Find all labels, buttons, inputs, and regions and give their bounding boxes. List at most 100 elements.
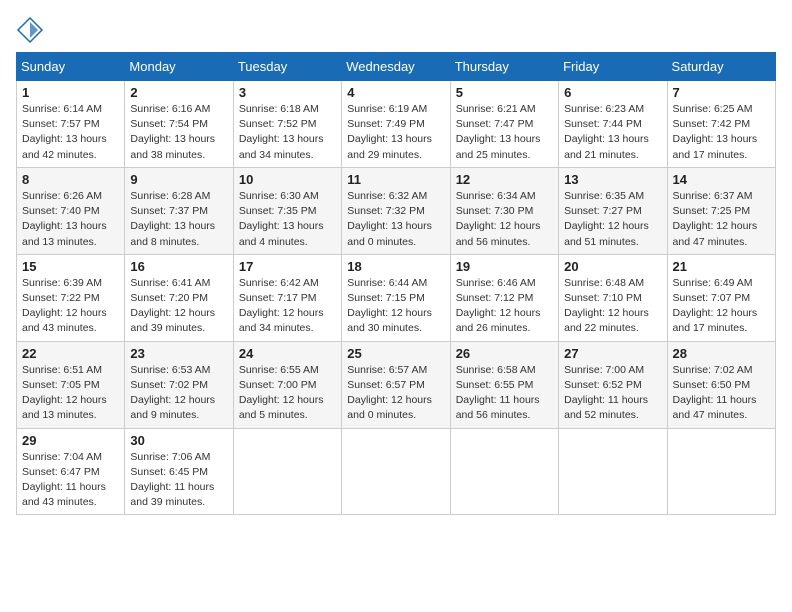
day-detail: Sunrise: 6:26 AM Sunset: 7:40 PM Dayligh… [22,189,119,250]
day-number: 18 [347,259,444,274]
day-number: 15 [22,259,119,274]
day-number: 12 [456,172,553,187]
day-number: 17 [239,259,336,274]
day-detail: Sunrise: 6:28 AM Sunset: 7:37 PM Dayligh… [130,189,227,250]
day-detail: Sunrise: 6:23 AM Sunset: 7:44 PM Dayligh… [564,102,661,163]
day-detail: Sunrise: 6:30 AM Sunset: 7:35 PM Dayligh… [239,189,336,250]
day-detail: Sunrise: 7:04 AM Sunset: 6:47 PM Dayligh… [22,450,119,511]
col-header-wednesday: Wednesday [342,53,450,81]
logo-icon [16,16,44,44]
day-detail: Sunrise: 6:46 AM Sunset: 7:12 PM Dayligh… [456,276,553,337]
calendar-cell: 29 Sunrise: 7:04 AM Sunset: 6:47 PM Dayli… [17,428,125,515]
calendar-cell: 6 Sunrise: 6:23 AM Sunset: 7:44 PM Daylig… [559,81,667,168]
calendar-cell: 15 Sunrise: 6:39 AM Sunset: 7:22 PM Dayli… [17,254,125,341]
calendar-cell: 18 Sunrise: 6:44 AM Sunset: 7:15 PM Dayli… [342,254,450,341]
calendar-cell: 25 Sunrise: 6:57 AM Sunset: 6:57 PM Dayli… [342,341,450,428]
calendar-cell: 27 Sunrise: 7:00 AM Sunset: 6:52 PM Dayli… [559,341,667,428]
calendar-cell [342,428,450,515]
calendar-cell: 3 Sunrise: 6:18 AM Sunset: 7:52 PM Daylig… [233,81,341,168]
calendar-week-row: 22Sunrise: 6:51 AM Sunset: 7:05 PM Dayli… [17,341,776,428]
day-detail: Sunrise: 6:48 AM Sunset: 7:10 PM Dayligh… [564,276,661,337]
logo [16,16,48,44]
calendar-cell: 4 Sunrise: 6:19 AM Sunset: 7:49 PM Daylig… [342,81,450,168]
day-detail: Sunrise: 6:19 AM Sunset: 7:49 PM Dayligh… [347,102,444,163]
calendar-cell: 17 Sunrise: 6:42 AM Sunset: 7:17 PM Dayli… [233,254,341,341]
day-number: 11 [347,172,444,187]
calendar-cell: 24 Sunrise: 6:55 AM Sunset: 7:00 PM Dayli… [233,341,341,428]
calendar-week-row: 15 Sunrise: 6:39 AM Sunset: 7:22 PM Dayli… [17,254,776,341]
day-number: 21 [673,259,770,274]
day-detail: Sunrise: 6:58 AM Sunset: 6:55 PM Dayligh… [456,363,553,424]
page-header [16,16,776,44]
calendar-cell: 10 Sunrise: 6:30 AM Sunset: 7:35 PM Dayli… [233,167,341,254]
calendar-cell: 7Sunrise: 6:25 AM Sunset: 7:42 PM Daylig… [667,81,775,168]
day-detail: Sunrise: 6:32 AM Sunset: 7:32 PM Dayligh… [347,189,444,250]
calendar-cell: 23 Sunrise: 6:53 AM Sunset: 7:02 PM Dayli… [125,341,233,428]
day-number: 13 [564,172,661,187]
day-detail: Sunrise: 6:42 AM Sunset: 7:17 PM Dayligh… [239,276,336,337]
calendar-cell: 1Sunrise: 6:14 AM Sunset: 7:57 PM Daylig… [17,81,125,168]
col-header-saturday: Saturday [667,53,775,81]
calendar-cell [450,428,558,515]
day-number: 16 [130,259,227,274]
calendar-cell: 5 Sunrise: 6:21 AM Sunset: 7:47 PM Daylig… [450,81,558,168]
calendar-cell [667,428,775,515]
day-number: 6 [564,85,661,100]
calendar-cell: 11 Sunrise: 6:32 AM Sunset: 7:32 PM Dayli… [342,167,450,254]
day-number: 5 [456,85,553,100]
day-number: 10 [239,172,336,187]
calendar-cell: 22Sunrise: 6:51 AM Sunset: 7:05 PM Dayli… [17,341,125,428]
day-detail: Sunrise: 6:37 AM Sunset: 7:25 PM Dayligh… [673,189,770,250]
calendar-cell: 2 Sunrise: 6:16 AM Sunset: 7:54 PM Daylig… [125,81,233,168]
day-number: 26 [456,346,553,361]
day-number: 25 [347,346,444,361]
calendar-cell: 16 Sunrise: 6:41 AM Sunset: 7:20 PM Dayli… [125,254,233,341]
calendar-cell: 12 Sunrise: 6:34 AM Sunset: 7:30 PM Dayli… [450,167,558,254]
day-number: 4 [347,85,444,100]
day-detail: Sunrise: 6:53 AM Sunset: 7:02 PM Dayligh… [130,363,227,424]
day-number: 3 [239,85,336,100]
calendar-cell: 28Sunrise: 7:02 AM Sunset: 6:50 PM Dayli… [667,341,775,428]
day-detail: Sunrise: 6:44 AM Sunset: 7:15 PM Dayligh… [347,276,444,337]
day-number: 1 [22,85,119,100]
day-detail: Sunrise: 6:25 AM Sunset: 7:42 PM Dayligh… [673,102,770,163]
col-header-sunday: Sunday [17,53,125,81]
calendar-week-row: 29 Sunrise: 7:04 AM Sunset: 6:47 PM Dayli… [17,428,776,515]
day-number: 9 [130,172,227,187]
day-detail: Sunrise: 6:16 AM Sunset: 7:54 PM Dayligh… [130,102,227,163]
day-detail: Sunrise: 7:02 AM Sunset: 6:50 PM Dayligh… [673,363,770,424]
day-number: 2 [130,85,227,100]
col-header-friday: Friday [559,53,667,81]
day-detail: Sunrise: 6:21 AM Sunset: 7:47 PM Dayligh… [456,102,553,163]
day-detail: Sunrise: 6:18 AM Sunset: 7:52 PM Dayligh… [239,102,336,163]
day-detail: Sunrise: 6:39 AM Sunset: 7:22 PM Dayligh… [22,276,119,337]
calendar-cell: 8 Sunrise: 6:26 AM Sunset: 7:40 PM Daylig… [17,167,125,254]
day-detail: Sunrise: 7:06 AM Sunset: 6:45 PM Dayligh… [130,450,227,511]
calendar-cell: 30 Sunrise: 7:06 AM Sunset: 6:45 PM Dayli… [125,428,233,515]
day-number: 19 [456,259,553,274]
day-detail: Sunrise: 6:55 AM Sunset: 7:00 PM Dayligh… [239,363,336,424]
day-number: 20 [564,259,661,274]
calendar-cell: 9 Sunrise: 6:28 AM Sunset: 7:37 PM Daylig… [125,167,233,254]
day-number: 29 [22,433,119,448]
day-number: 30 [130,433,227,448]
day-number: 14 [673,172,770,187]
day-detail: Sunrise: 6:41 AM Sunset: 7:20 PM Dayligh… [130,276,227,337]
calendar-cell [233,428,341,515]
day-number: 23 [130,346,227,361]
calendar-cell: 20 Sunrise: 6:48 AM Sunset: 7:10 PM Dayli… [559,254,667,341]
day-number: 8 [22,172,119,187]
calendar-cell: 14 Sunrise: 6:37 AM Sunset: 7:25 PM Dayli… [667,167,775,254]
calendar-cell: 26 Sunrise: 6:58 AM Sunset: 6:55 PM Dayli… [450,341,558,428]
day-number: 27 [564,346,661,361]
col-header-monday: Monday [125,53,233,81]
calendar-cell: 13Sunrise: 6:35 AM Sunset: 7:27 PM Dayli… [559,167,667,254]
calendar-table: SundayMondayTuesdayWednesdayThursdayFrid… [16,52,776,515]
day-detail: Sunrise: 7:00 AM Sunset: 6:52 PM Dayligh… [564,363,661,424]
calendar-week-row: 1Sunrise: 6:14 AM Sunset: 7:57 PM Daylig… [17,81,776,168]
day-number: 24 [239,346,336,361]
calendar-week-row: 8 Sunrise: 6:26 AM Sunset: 7:40 PM Daylig… [17,167,776,254]
day-detail: Sunrise: 6:49 AM Sunset: 7:07 PM Dayligh… [673,276,770,337]
day-detail: Sunrise: 6:34 AM Sunset: 7:30 PM Dayligh… [456,189,553,250]
day-detail: Sunrise: 6:57 AM Sunset: 6:57 PM Dayligh… [347,363,444,424]
